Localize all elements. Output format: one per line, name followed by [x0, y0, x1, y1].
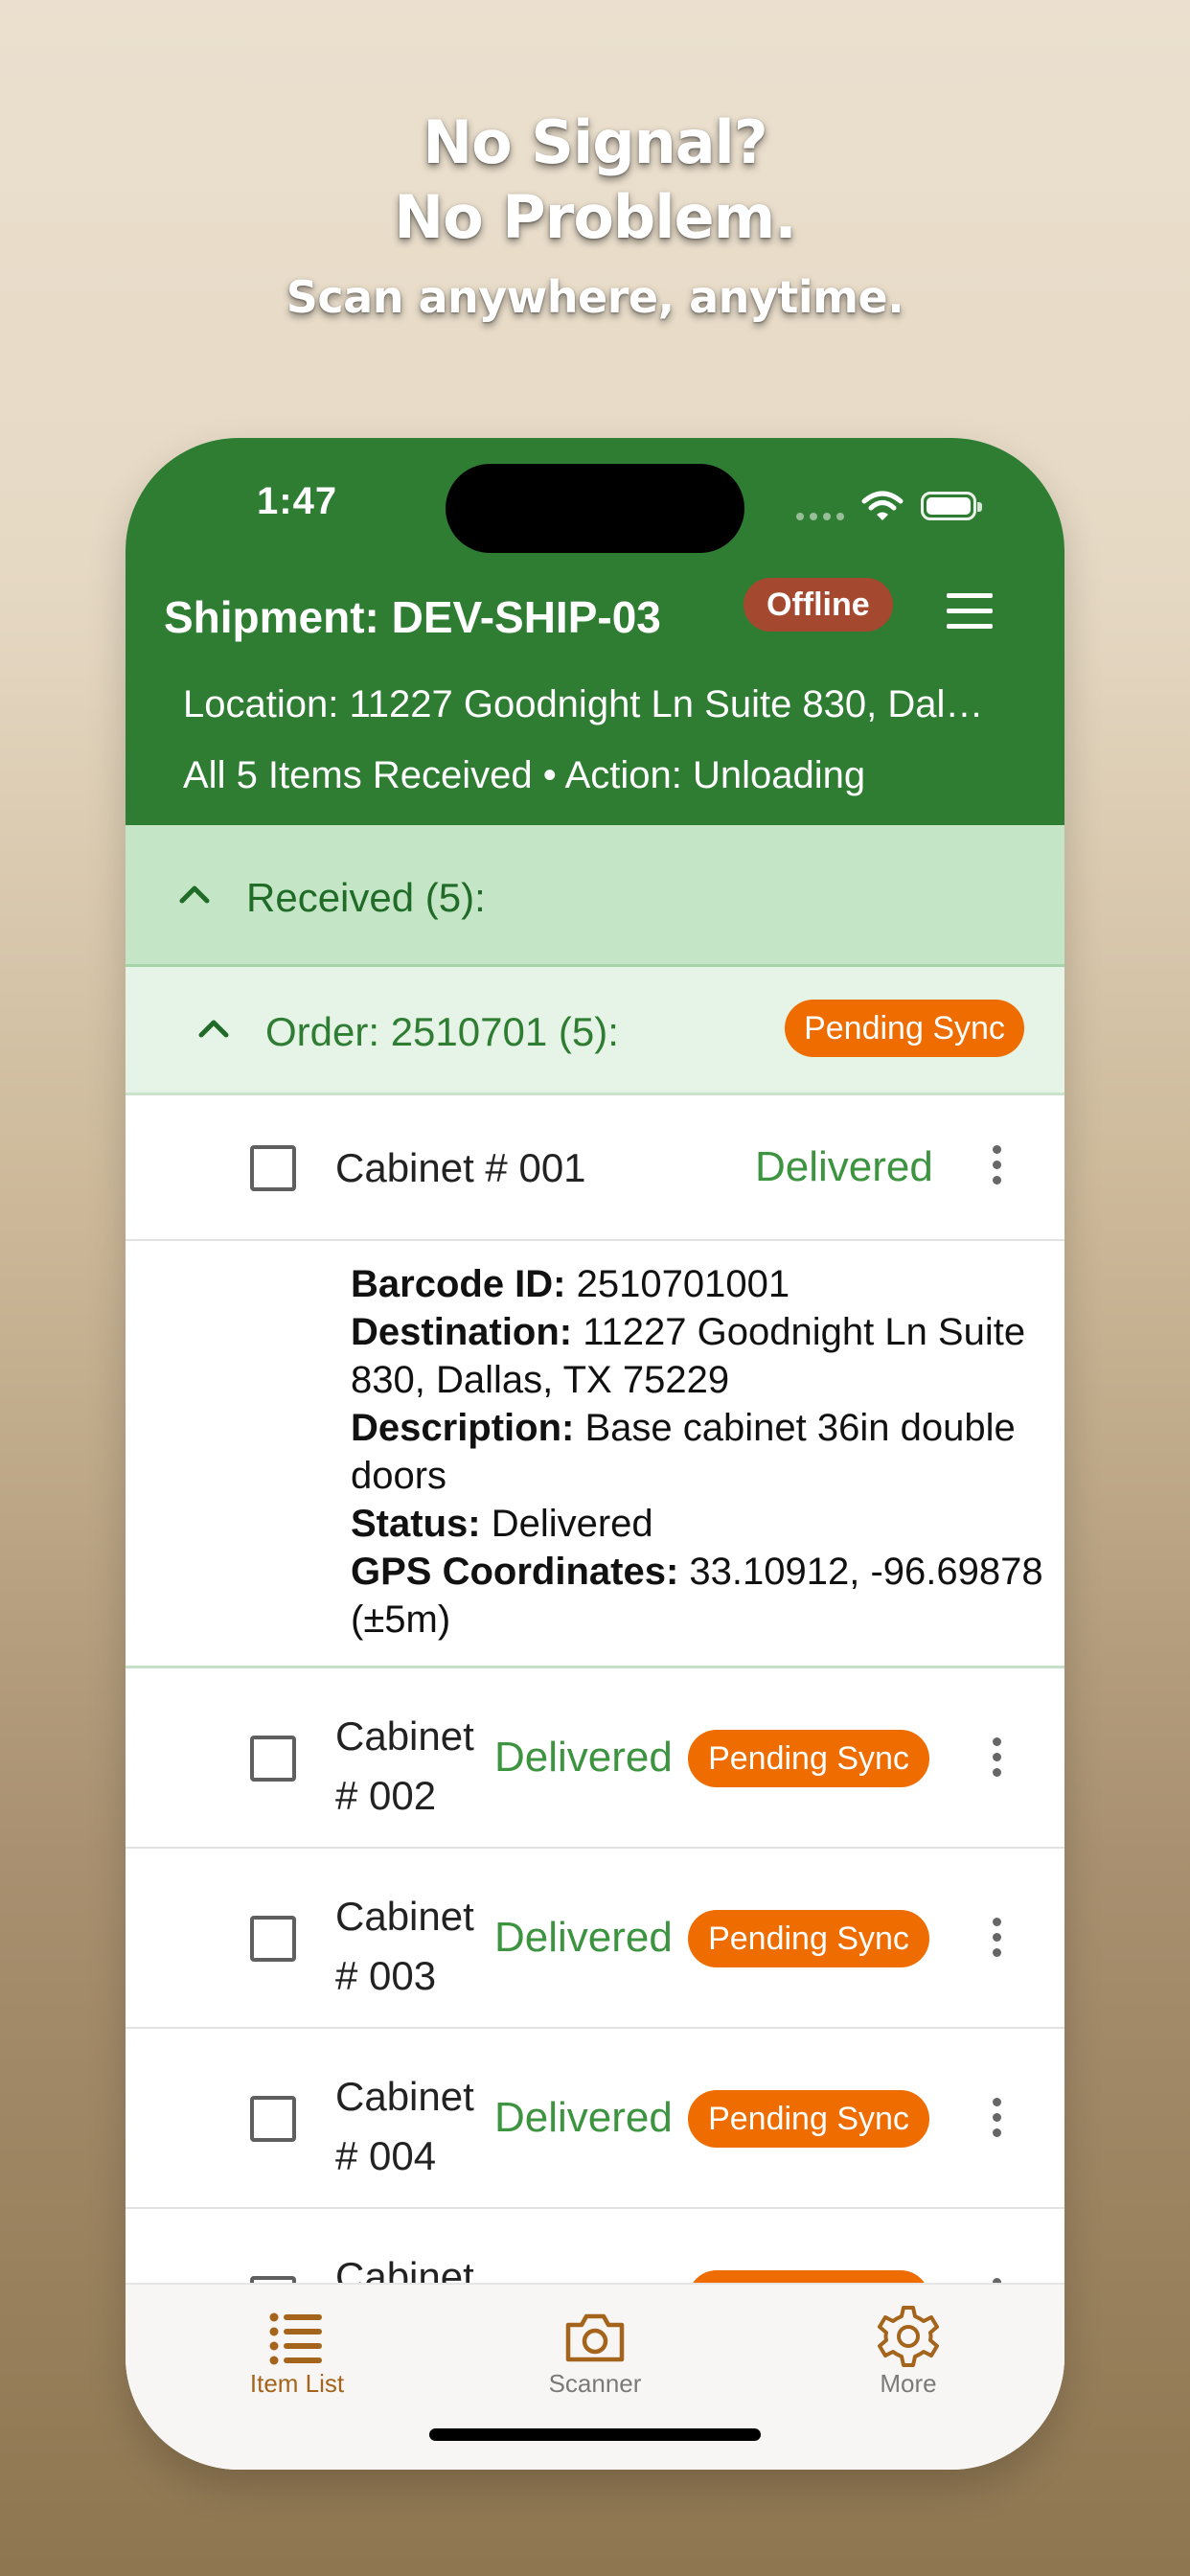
shipment-summary: All 5 Items Received • Action: Unloading	[183, 754, 866, 796]
item-status: Delivered	[755, 1143, 933, 1190]
shipment-location: Location: 11227 Goodnight Ln Suite 830, …	[183, 683, 988, 725]
item-name: Cabinet # 001	[335, 1145, 586, 1190]
detail-description: Description: Base cabinet 36in double do…	[351, 1407, 1016, 1497]
item-detail-list: Barcode ID: 2510701001 Destination: 1122…	[351, 1260, 1064, 1644]
headline-subtitle: Scan anywhere, anytime.	[286, 271, 904, 323]
shipment-title: Shipment: DEV-SHIP-03	[164, 592, 661, 642]
offline-badge: Offline	[744, 578, 893, 632]
cellular-signal-icon	[796, 513, 844, 520]
received-section-header[interactable]: Received (5):	[126, 825, 1064, 967]
item-row-004[interactable]: Cabinet # 004 Delivered Pending Sync	[126, 2029, 1064, 2209]
battery-icon	[921, 492, 982, 520]
dynamic-island	[446, 464, 744, 553]
item-detail-panel: Barcode ID: 2510701001 Destination: 1122…	[126, 1241, 1064, 1668]
camera-icon	[565, 2313, 625, 2362]
chevron-up-icon	[198, 1020, 229, 1038]
tab-label: Item List	[249, 2369, 345, 2398]
tab-label: Scanner	[548, 2369, 642, 2398]
wifi-icon	[861, 491, 904, 520]
item-checkbox[interactable]	[250, 1145, 296, 1191]
item-name: Cabinet # 002	[335, 1714, 474, 1818]
home-indicator[interactable]	[429, 2428, 761, 2441]
item-checkbox[interactable]	[250, 2096, 296, 2142]
list-icon	[269, 2312, 322, 2365]
tab-more[interactable]: More	[803, 2285, 1014, 2419]
pending-sync-badge: Pending Sync	[688, 1910, 929, 1967]
detail-barcode: Barcode ID: 2510701001	[351, 1263, 790, 1305]
tab-scanner[interactable]: Scanner	[490, 2285, 700, 2419]
more-options-icon[interactable]	[993, 1145, 1002, 1191]
tab-item-list[interactable]: Item List	[192, 2285, 402, 2419]
pending-sync-badge: Pending Sync	[688, 1730, 929, 1787]
item-status: Delivered	[494, 1734, 673, 1781]
order-section-header[interactable]: Order: 2510701 (5): Pending Sync	[126, 967, 1064, 1095]
item-name: Cabinet # 003	[335, 1894, 474, 1998]
item-row-002[interactable]: Cabinet # 002 Delivered Pending Sync	[126, 1668, 1064, 1849]
status-time: 1:47	[257, 480, 338, 522]
item-checkbox[interactable]	[250, 1736, 296, 1782]
phone-screen: 1:47 Shipment: DEV-SHIP-03 Offline Locat…	[126, 438, 1064, 2470]
gear-icon	[878, 2306, 939, 2367]
detail-destination: Destination: 11227 Goodnight Ln Suite 83…	[351, 1311, 1026, 1401]
tab-label: More	[880, 2369, 937, 2398]
order-pending-sync-badge: Pending Sync	[785, 1000, 1024, 1057]
item-name: Cabinet # 004	[335, 2074, 474, 2178]
more-options-icon[interactable]	[993, 1918, 1002, 1964]
more-options-icon[interactable]	[993, 2098, 1002, 2144]
detail-status: Status: Delivered	[351, 1503, 653, 1545]
bottom-tab-bar: Item List Scanner More	[126, 2283, 1064, 2470]
promo-headline: No Signal? No Problem. Scan anywhere, an…	[0, 105, 1190, 326]
item-row-003[interactable]: Cabinet # 003 Delivered Pending Sync	[126, 1849, 1064, 2029]
app-header: 1:47 Shipment: DEV-SHIP-03 Offline Locat…	[126, 438, 1064, 825]
chevron-up-icon	[179, 886, 210, 904]
menu-icon[interactable]	[947, 593, 993, 630]
received-label: Received (5):	[246, 875, 486, 920]
pending-sync-badge: Pending Sync	[688, 2090, 929, 2148]
item-row-001[interactable]: Cabinet # 001 Delivered	[126, 1095, 1064, 1241]
headline-line-2: No Problem.	[394, 182, 797, 252]
item-checkbox[interactable]	[250, 1916, 296, 1962]
detail-gps: GPS Coordinates: 33.10912, -96.69878 (±5…	[351, 1551, 1043, 1641]
more-options-icon[interactable]	[993, 1737, 1002, 1783]
item-status: Delivered	[494, 1914, 673, 1961]
order-label: Order: 2510701 (5):	[265, 1009, 619, 1054]
headline-line-1: No Signal?	[423, 107, 768, 177]
item-status: Delivered	[494, 2094, 673, 2141]
